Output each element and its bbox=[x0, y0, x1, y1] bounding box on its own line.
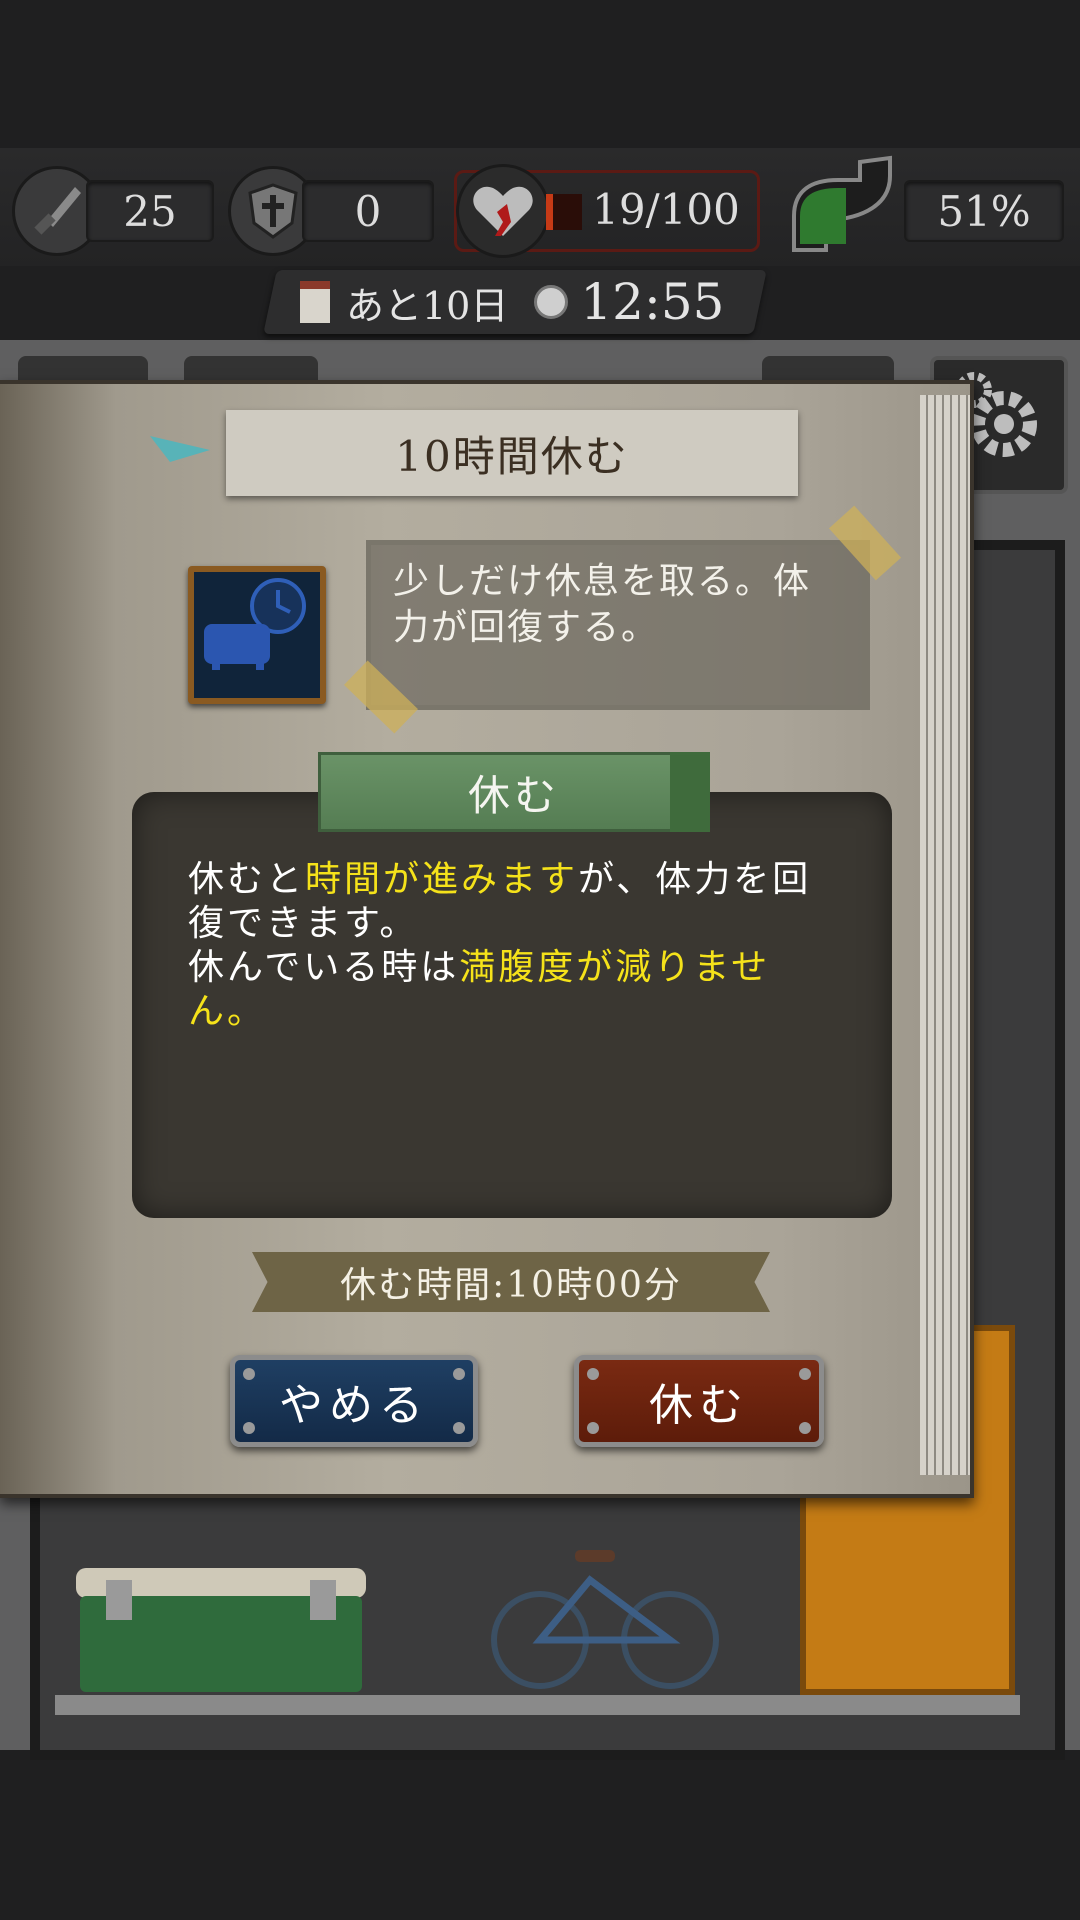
rest-tab-header: 休む bbox=[318, 752, 710, 832]
rest-tab-label: 休む bbox=[467, 770, 560, 820]
detail-text: 休んでいる時は bbox=[188, 947, 460, 988]
dialog-title-text: 10時間休む bbox=[395, 431, 629, 481]
heart-icon bbox=[456, 164, 550, 258]
description-text: 少しだけ休息を取る。体力が回復する。 bbox=[393, 561, 812, 648]
defense-text: 0 bbox=[354, 186, 382, 236]
cooler-box[interactable] bbox=[76, 1560, 366, 1695]
days-left-text: あと10日 bbox=[346, 283, 509, 328]
attack-text: 25 bbox=[123, 186, 177, 236]
bicycle[interactable] bbox=[480, 1530, 730, 1690]
clock-icon bbox=[534, 285, 569, 319]
dialog-title: 10時間休む bbox=[226, 410, 798, 496]
hunger-value: 51% bbox=[904, 180, 1064, 242]
health-bar bbox=[546, 194, 582, 230]
attack-value: 25 bbox=[86, 180, 214, 242]
book-pages bbox=[920, 395, 970, 1475]
health-text: 19/100 bbox=[592, 184, 740, 234]
date-time: あと10日 12:55 bbox=[300, 272, 740, 332]
time-text: 12:55 bbox=[580, 273, 725, 331]
rest-tab-edge bbox=[670, 752, 710, 832]
detail-box: 休むと時間が進みますが、体力を回復できます。 休んでいる時は満腹度が減りません。 bbox=[132, 792, 892, 1218]
health-value: 19/100 bbox=[586, 180, 746, 238]
rest-confirm-button-label: 休む bbox=[649, 1380, 749, 1431]
defense-value: 0 bbox=[302, 180, 434, 242]
hunger-text: 51% bbox=[937, 186, 1031, 236]
rest-confirm-button[interactable]: 休む bbox=[574, 1355, 824, 1447]
stomach-icon bbox=[782, 150, 902, 260]
detail-text: 休むと bbox=[188, 859, 306, 900]
description-box: 少しだけ休息を取る。体力が回復する。 bbox=[366, 540, 870, 710]
detail-highlight-text: 時間が進みます bbox=[305, 859, 579, 900]
floor bbox=[55, 1695, 1020, 1715]
calendar-icon bbox=[300, 281, 330, 323]
cancel-button-label: やめる bbox=[279, 1380, 429, 1431]
health-bar-fill bbox=[546, 194, 553, 230]
sofa-clock-icon bbox=[204, 578, 306, 670]
rest-time-banner: 休む時間:10時00分 bbox=[252, 1252, 770, 1312]
cancel-button[interactable]: やめる bbox=[230, 1355, 478, 1447]
rest-time-text: 休む時間:10時00分 bbox=[340, 1265, 682, 1306]
rest-icon-frame bbox=[188, 566, 326, 704]
